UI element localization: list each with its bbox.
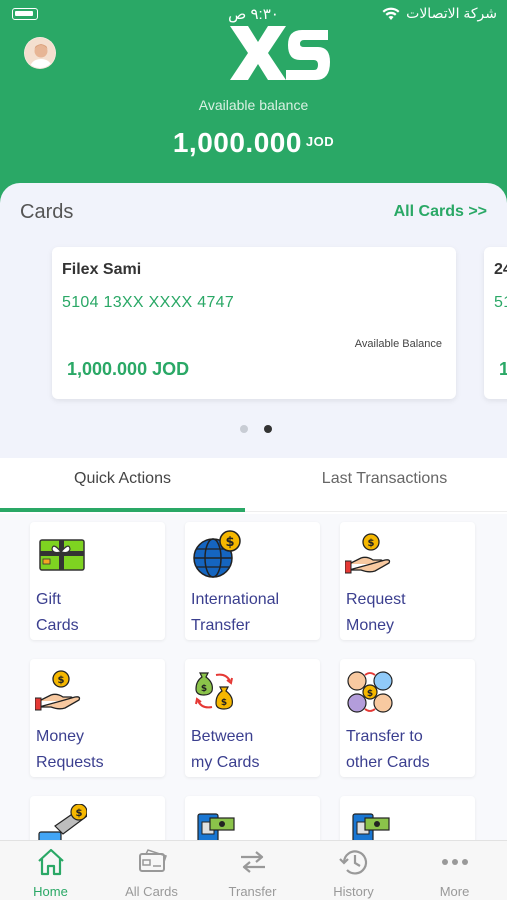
money-bag-exchange-icon: $ $	[195, 672, 233, 710]
more-dots-icon	[442, 859, 468, 865]
home-icon	[38, 848, 64, 876]
svg-text:$: $	[221, 698, 227, 708]
all-cards-link[interactable]: All Cards >>	[394, 203, 487, 221]
balance-value: 1,000.000	[172, 127, 302, 158]
hand-coin-icon: $	[35, 670, 81, 711]
card-holder: Filex Sami	[62, 261, 142, 278]
nav-label: Transfer	[228, 884, 277, 899]
active-tab-indicator	[0, 508, 245, 512]
avatar[interactable]	[24, 37, 56, 69]
cards-section: Cards All Cards >> Filex Sami 5104 13XX …	[0, 183, 507, 458]
card-amount: 1	[499, 359, 507, 379]
svg-text:$: $	[367, 689, 373, 699]
balance-amount: 1,000.000 JOD	[0, 127, 507, 159]
action-transfer-to-other-cards[interactable]: $ Transfer to other Cards	[340, 659, 475, 777]
card-item[interactable]: Filex Sami 5104 13XX XXXX 4747 Available…	[52, 247, 456, 399]
carrier-info: شركة الاتصالات	[382, 5, 497, 22]
card-number: 51	[494, 294, 507, 311]
nav-home[interactable]: Home	[0, 841, 101, 900]
action-request-money[interactable]: $ Request Money	[340, 522, 475, 640]
user-avatar-icon	[25, 38, 55, 68]
nav-label: History	[333, 884, 374, 899]
action-label: Transfer to other Cards	[346, 728, 430, 771]
action-label: Between my Cards	[191, 728, 260, 771]
action-gift-cards[interactable]: Gift Cards	[30, 522, 165, 640]
svg-text:$: $	[201, 684, 207, 694]
card-amount: 1,000.000 JOD	[67, 359, 190, 379]
hand-coin-icon: $	[345, 533, 391, 574]
action-card-payment[interactable]: $	[30, 796, 165, 840]
action-between-my-cards[interactable]: $ $ Between my Cards	[185, 659, 320, 777]
transfer-arrows-icon	[241, 851, 265, 873]
svg-text:$: $	[58, 675, 65, 686]
xs-logo-icon	[230, 26, 330, 80]
svg-text:$: $	[76, 808, 83, 819]
cards-title: Cards	[20, 201, 74, 223]
card-payment-icon: $	[38, 804, 87, 840]
pager-dot-active[interactable]	[264, 425, 272, 433]
action-label: Money Requests	[36, 728, 104, 771]
card-holder: 24	[494, 261, 507, 278]
nav-label: More	[439, 884, 470, 899]
nav-transfer[interactable]: Transfer	[202, 841, 303, 900]
tab-quick-actions[interactable]: Quick Actions	[0, 470, 245, 488]
carrier-name: شركة الاتصالات	[406, 5, 497, 21]
gift-card-icon	[39, 539, 85, 571]
pager-dot[interactable]	[240, 425, 248, 433]
action-atm[interactable]	[340, 796, 475, 840]
nav-more[interactable]: More	[404, 841, 505, 900]
card-number: 5104 13XX XXXX 4747	[62, 294, 235, 311]
globe-dollar-icon: $	[193, 530, 241, 578]
action-international-transfer[interactable]: $ International Transfer	[185, 522, 320, 640]
svg-text:$: $	[225, 535, 234, 550]
svg-text:$: $	[368, 538, 375, 549]
action-atm[interactable]	[185, 796, 320, 840]
quick-actions-grid: Gift Cards $ International Transfer $ Re…	[0, 514, 507, 840]
atm-icon	[197, 813, 235, 840]
action-money-requests[interactable]: $ Money Requests	[30, 659, 165, 777]
action-label: Request Money	[346, 591, 406, 634]
credit-card-icon	[139, 849, 167, 872]
card-pager[interactable]	[240, 425, 272, 433]
action-label: Gift Cards	[36, 591, 79, 634]
tabs: Quick Actions Last Transactions	[0, 458, 507, 514]
nav-label: All Cards	[125, 884, 178, 899]
available-balance-label: Available balance	[198, 97, 309, 113]
nav-history[interactable]: History	[303, 841, 404, 900]
people-exchange-icon: $	[347, 671, 393, 713]
history-clock-icon	[339, 850, 368, 875]
card-available-label: Available Balance	[354, 338, 442, 350]
balance-currency: JOD	[305, 134, 335, 149]
atm-icon	[352, 813, 390, 840]
card-item[interactable]: 24 51 1	[484, 247, 507, 399]
nav-label: Home	[33, 884, 68, 899]
wifi-icon	[382, 7, 400, 20]
nav-all-cards[interactable]: All Cards	[101, 841, 202, 900]
bottom-nav: Home All Cards Transfer History More	[0, 840, 507, 900]
action-label: International Transfer	[191, 591, 280, 634]
tab-last-transactions[interactable]: Last Transactions	[262, 470, 507, 488]
